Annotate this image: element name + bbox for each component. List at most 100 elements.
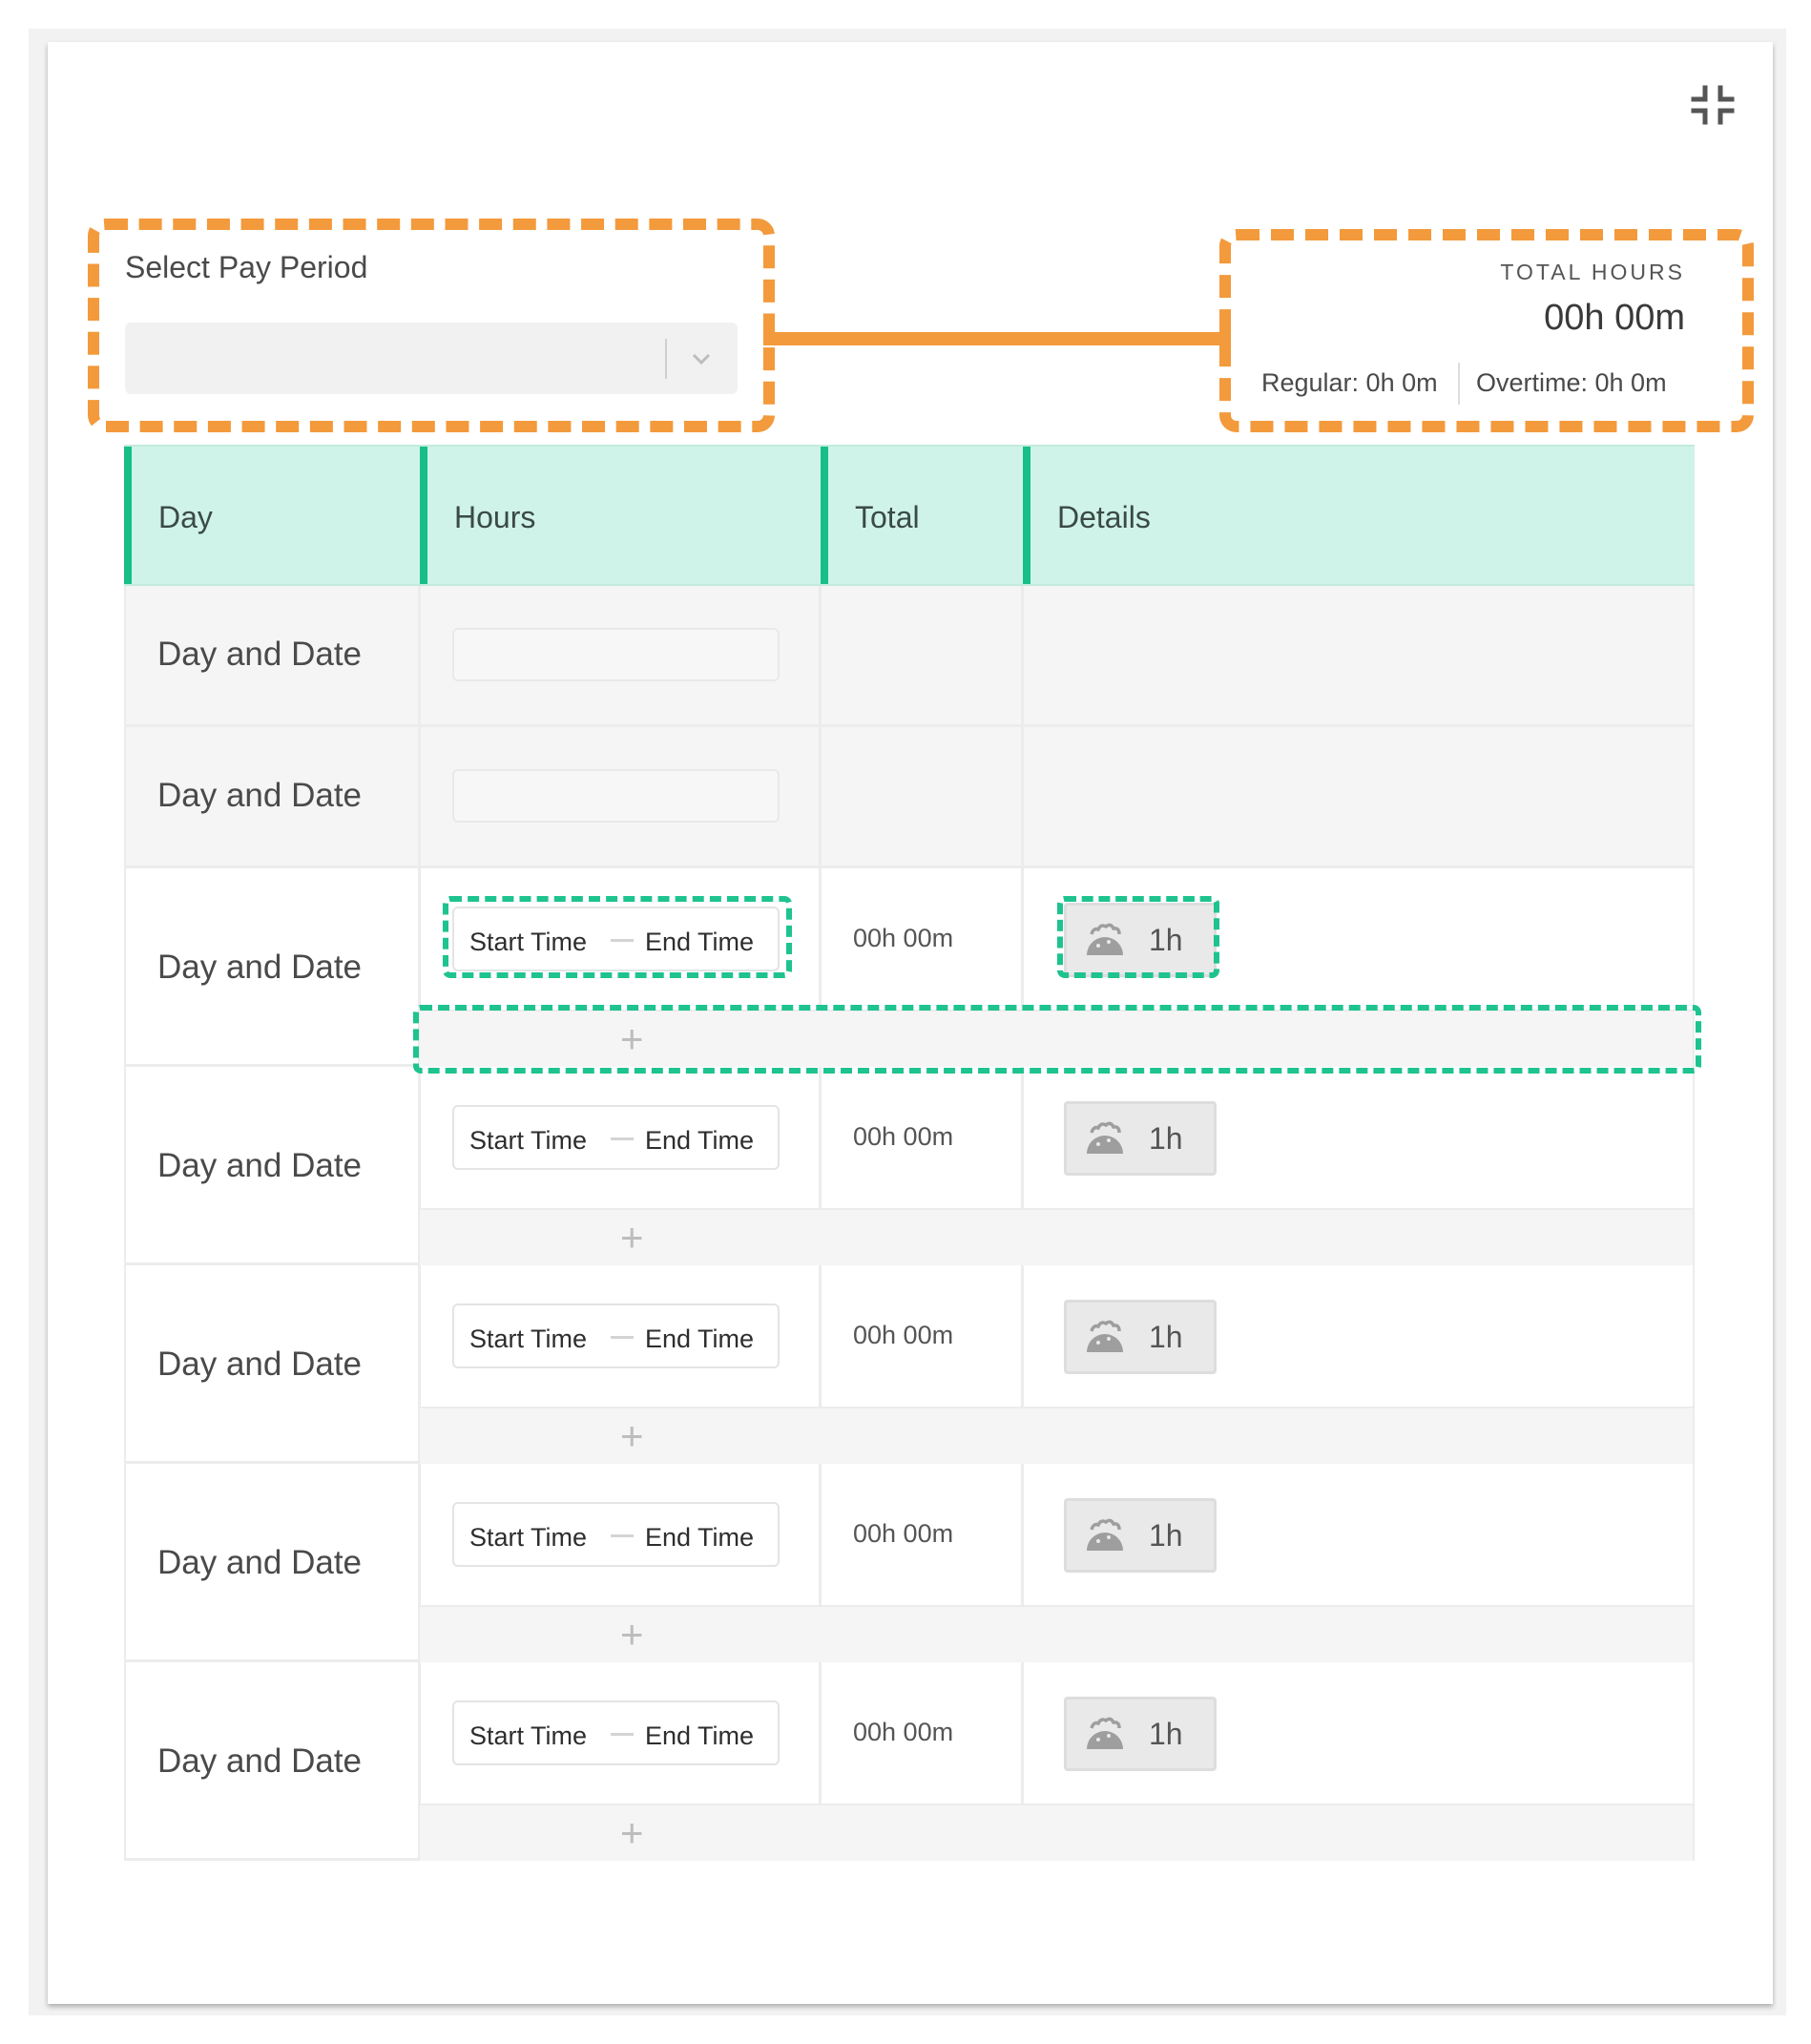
column-divider (1021, 727, 1024, 866)
break-duration: 1h (1149, 1717, 1183, 1751)
add-entry-row[interactable]: + (420, 1407, 1693, 1464)
header-day: Day (124, 447, 420, 584)
end-time[interactable]: End Time (645, 1721, 754, 1751)
header-total-label: Total (855, 500, 920, 534)
column-divider (418, 586, 421, 724)
day-date: Day and Date (157, 777, 363, 814)
column-divider (418, 727, 421, 866)
table-row: Day and Date Start Time End Time 00h 00m… (124, 1662, 1695, 1861)
day-date: Day and Date (157, 1544, 363, 1581)
day-date: Day and Date (157, 1147, 363, 1184)
timesheet-table: Day Hours Total Details Day and Date Day… (124, 445, 1695, 1861)
column-divider (1021, 1067, 1024, 1208)
break-button[interactable]: 1h (1064, 1101, 1217, 1176)
time-range-input[interactable]: Start Time End Time (452, 1304, 780, 1368)
column-divider (819, 1662, 822, 1804)
plus-icon: + (620, 1810, 644, 1855)
hours-placeholder[interactable] (452, 769, 780, 823)
time-range-input[interactable]: Start Time End Time (452, 1700, 780, 1765)
table-row: Day and Date Start Time End Time 00h 00m… (124, 1265, 1695, 1464)
taco-icon (1087, 923, 1123, 955)
pay-period-select[interactable] (125, 323, 738, 394)
column-divider (819, 1265, 822, 1407)
table-row: Day and Date Start Time End Time 00h 00m… (124, 868, 1695, 1067)
column-divider (819, 586, 822, 724)
column-divider (819, 1464, 822, 1605)
table-row: Day and Date Start Time End Time 00h 00m… (124, 1067, 1695, 1265)
total-hours-value: 00h 00m (1544, 298, 1685, 338)
header-day-label: Day (158, 500, 213, 534)
break-button[interactable]: 1h (1064, 903, 1217, 977)
break-button[interactable]: 1h (1064, 1300, 1217, 1374)
day-date: Day and Date (157, 949, 363, 986)
start-time[interactable]: Start Time (469, 1721, 587, 1751)
hours-placeholder[interactable] (452, 628, 780, 681)
day-date: Day and Date (157, 1345, 363, 1383)
end-time[interactable]: End Time (645, 1324, 754, 1354)
taco-icon (1087, 1320, 1123, 1352)
plus-icon: + (620, 1215, 644, 1260)
header-details-label: Details (1057, 500, 1151, 534)
time-dash (611, 1137, 634, 1140)
taco-icon (1087, 1717, 1123, 1749)
row-total: 00h 00m (853, 1519, 954, 1548)
overtime-hours: Overtime: 0h 0m (1476, 368, 1667, 397)
break-duration: 1h (1149, 923, 1183, 957)
time-range-input[interactable]: Start Time End Time (452, 1105, 780, 1170)
time-dash (611, 1733, 634, 1736)
add-entry-row[interactable]: + (420, 1605, 1693, 1662)
taco-icon (1087, 1518, 1123, 1551)
time-dash (611, 1336, 634, 1339)
taco-icon (1087, 1121, 1123, 1154)
end-time[interactable]: End Time (645, 1126, 754, 1156)
table-row: Day and Date (124, 586, 1695, 727)
column-divider (1021, 1662, 1024, 1804)
column-divider (1021, 1464, 1024, 1605)
table-row: Day and Date Start Time End Time 00h 00m… (124, 1464, 1695, 1662)
start-time[interactable]: Start Time (469, 928, 587, 957)
time-dash (611, 1534, 634, 1537)
start-time[interactable]: Start Time (469, 1324, 587, 1354)
add-entry-row[interactable]: + (420, 1804, 1693, 1861)
start-time[interactable]: Start Time (469, 1126, 587, 1156)
total-hours-label: TOTAL HOURS (1500, 260, 1685, 284)
day-date: Day and Date (157, 636, 363, 673)
column-divider (819, 1067, 822, 1208)
add-entry-row[interactable]: + (420, 1010, 1693, 1067)
column-divider (819, 868, 822, 1010)
collapse-icon[interactable] (1690, 82, 1736, 128)
break-duration: 1h (1149, 1320, 1183, 1354)
header-total: Total (821, 447, 1023, 584)
row-total: 00h 00m (853, 1321, 954, 1349)
time-range-input[interactable]: Start Time End Time (452, 907, 780, 971)
column-divider (1021, 868, 1024, 1010)
header-hours: Hours (420, 447, 821, 584)
row-total: 00h 00m (853, 1122, 954, 1151)
time-range-input[interactable]: Start Time End Time (452, 1502, 780, 1567)
break-duration: 1h (1149, 1518, 1183, 1553)
plus-icon: + (620, 1016, 644, 1061)
select-divider (665, 339, 667, 379)
break-button[interactable]: 1h (1064, 1697, 1217, 1771)
pay-period-label: Select Pay Period (125, 250, 368, 284)
day-date: Day and Date (157, 1742, 363, 1780)
time-dash (611, 939, 634, 942)
start-time[interactable]: Start Time (469, 1523, 587, 1553)
column-divider (1021, 1265, 1024, 1407)
column-divider (1021, 586, 1024, 724)
break-duration: 1h (1149, 1121, 1183, 1156)
regular-hours: Regular: 0h 0m (1261, 368, 1438, 397)
column-divider (819, 727, 822, 866)
row-total: 00h 00m (853, 924, 954, 952)
break-button[interactable]: 1h (1064, 1498, 1217, 1573)
hours-divider (1458, 363, 1460, 405)
table-header: Day Hours Total Details (124, 445, 1695, 586)
end-time[interactable]: End Time (645, 1523, 754, 1553)
chevron-down-icon[interactable] (688, 345, 715, 372)
plus-icon: + (620, 1612, 644, 1657)
table-row: Day and Date (124, 727, 1695, 868)
end-time[interactable]: End Time (645, 928, 754, 957)
header-hours-label: Hours (454, 500, 536, 534)
plus-icon: + (620, 1413, 644, 1458)
add-entry-row[interactable]: + (420, 1208, 1693, 1265)
